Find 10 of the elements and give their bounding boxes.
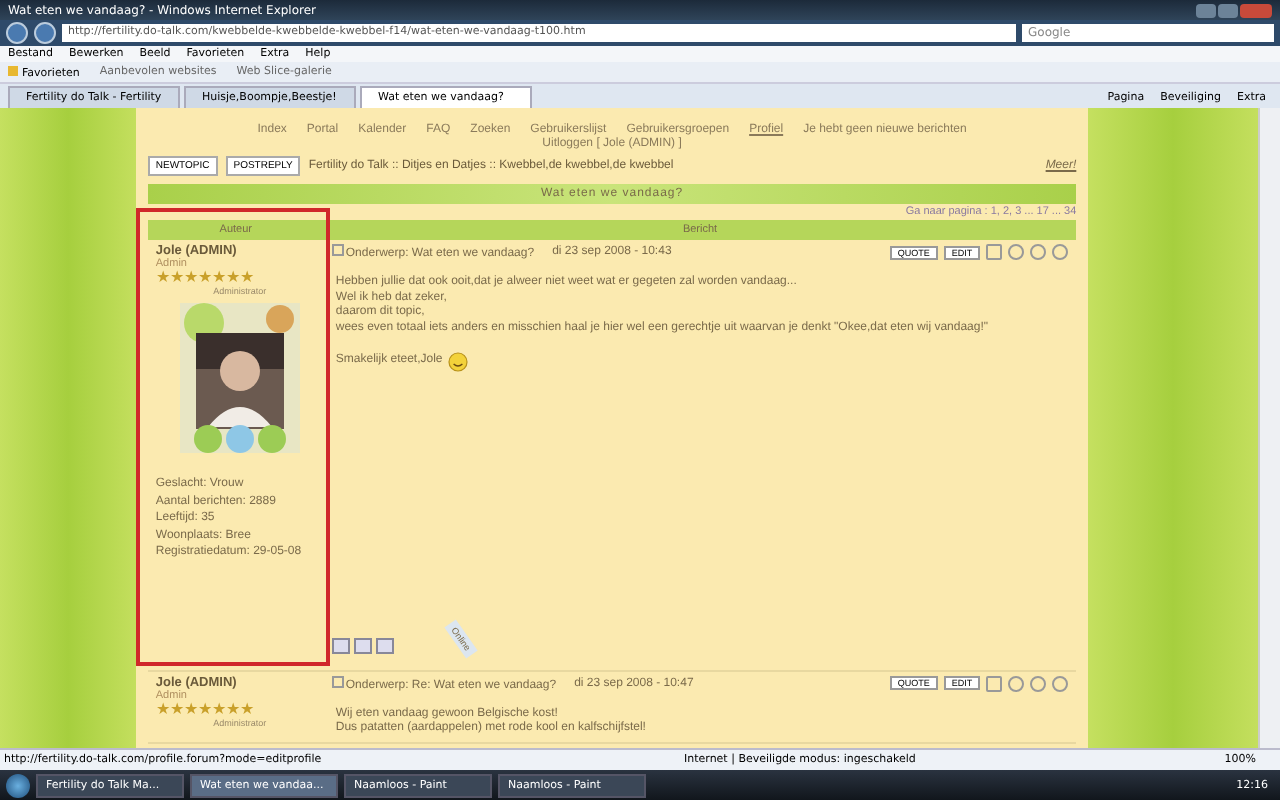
- start-button[interactable]: [6, 773, 30, 797]
- smiley-icon: [448, 352, 469, 372]
- back-button[interactable]: [6, 22, 28, 44]
- maximize-button[interactable]: [1218, 3, 1238, 17]
- scrollbar[interactable]: [1258, 108, 1280, 748]
- close-button[interactable]: [1240, 3, 1272, 17]
- star-rating: ★★★★★★★: [155, 701, 254, 717]
- forward-button[interactable]: [34, 22, 56, 44]
- minimize-button[interactable]: [1196, 3, 1216, 17]
- star-rating: ★★★★★★★: [155, 270, 254, 286]
